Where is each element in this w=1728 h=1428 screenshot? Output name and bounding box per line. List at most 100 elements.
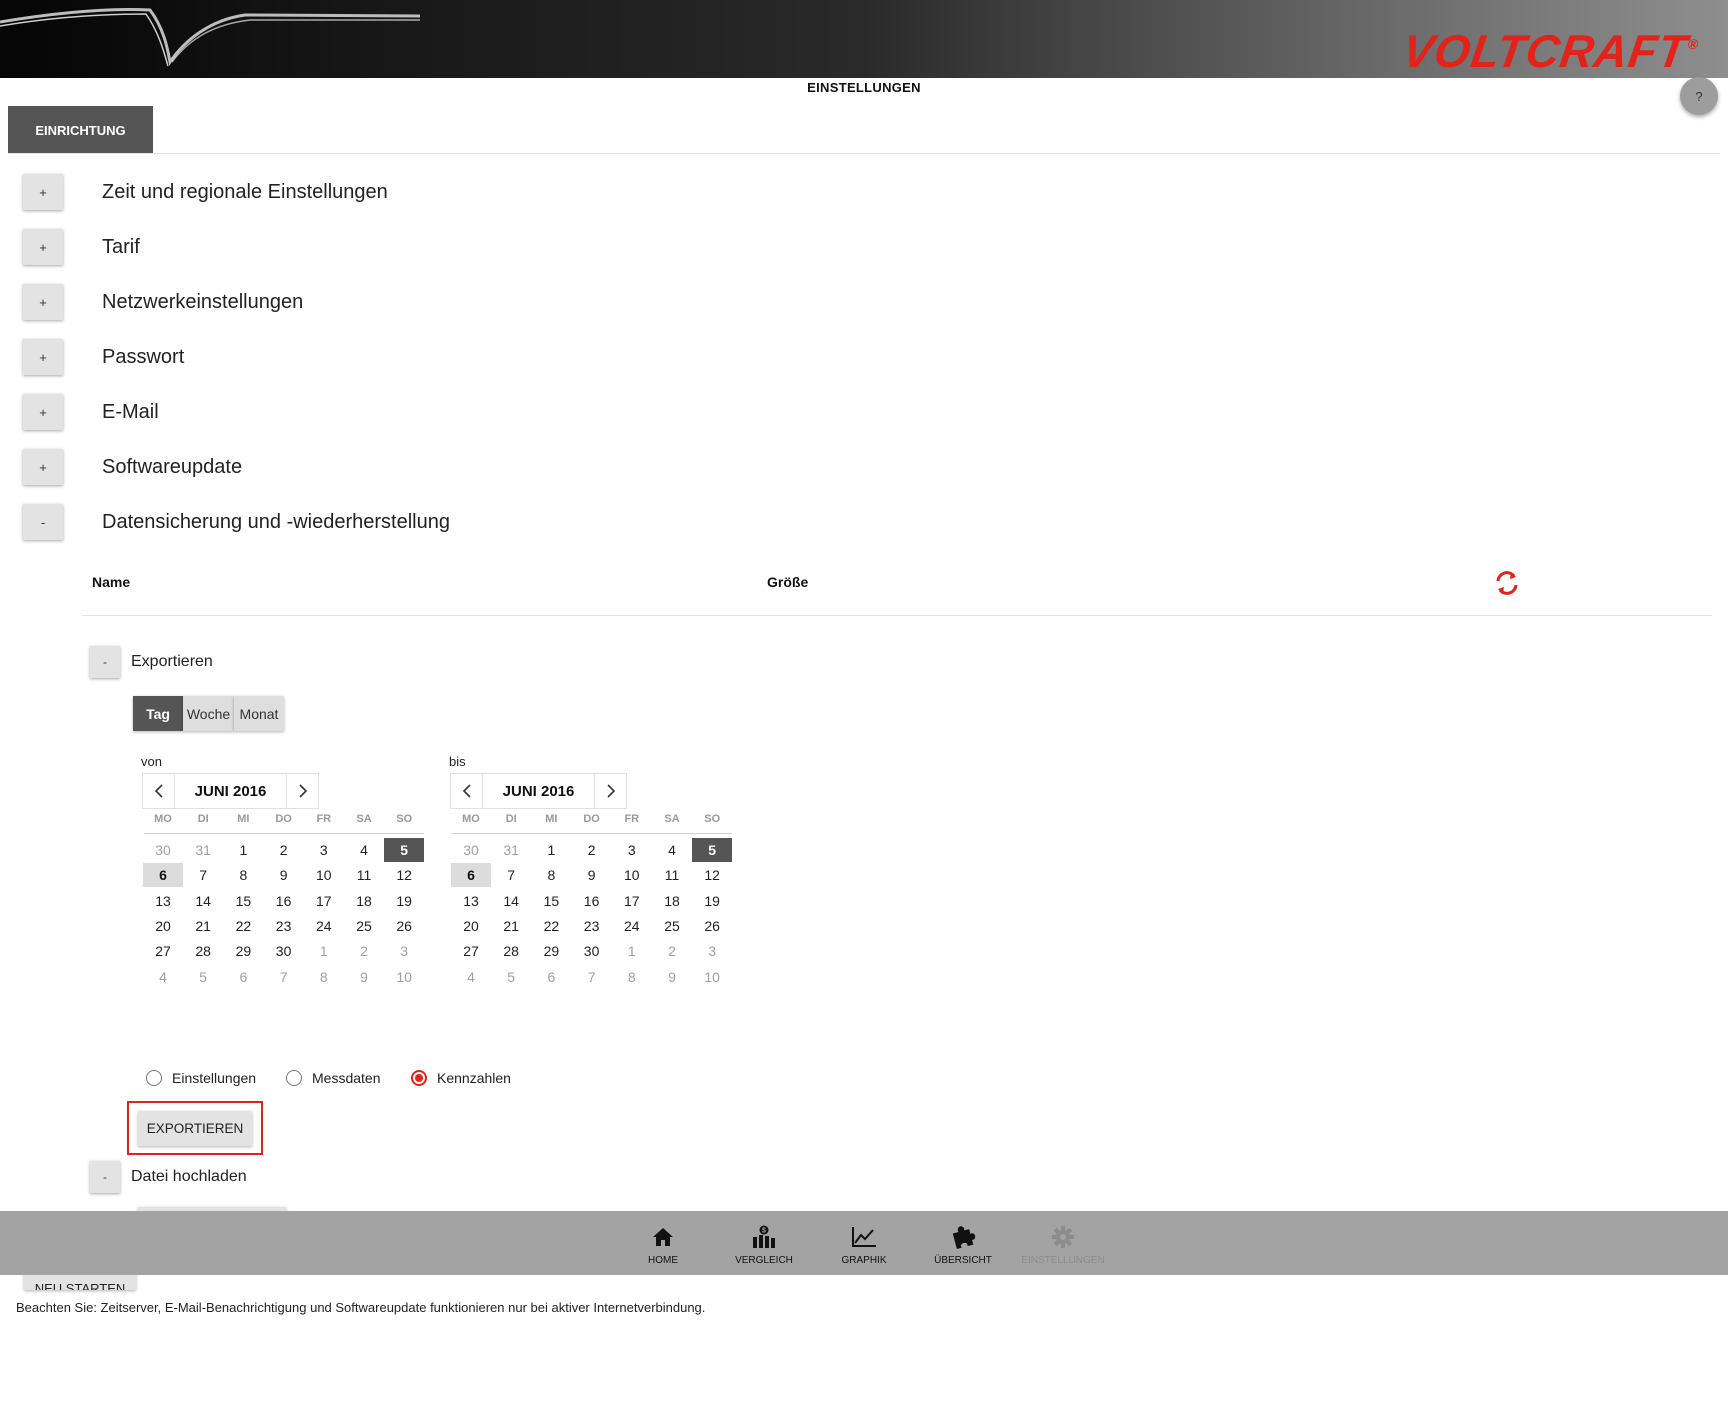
section-title[interactable]: Passwort bbox=[102, 346, 184, 369]
refresh-icon[interactable] bbox=[1493, 569, 1521, 597]
calendar-day[interactable]: 14 bbox=[183, 889, 223, 913]
section-title[interactable]: Softwareupdate bbox=[102, 456, 242, 479]
nav-graphik[interactable]: GRAPHIK bbox=[819, 1211, 909, 1275]
expand-button[interactable]: + bbox=[23, 394, 63, 430]
calendar-day[interactable]: 11 bbox=[652, 863, 692, 887]
calendar-day[interactable]: 24 bbox=[304, 914, 344, 938]
calendar-day[interactable]: 3 bbox=[692, 939, 732, 963]
radio-circle-selected[interactable] bbox=[411, 1070, 427, 1086]
calendar-day[interactable]: 22 bbox=[223, 914, 263, 938]
calendar-day[interactable]: 22 bbox=[531, 914, 571, 938]
radio-circle[interactable] bbox=[146, 1070, 162, 1086]
calendar-day[interactable]: 1 bbox=[612, 939, 652, 963]
calendar-day[interactable]: 10 bbox=[612, 863, 652, 887]
calendar-day[interactable]: 9 bbox=[344, 965, 384, 989]
column-header-name[interactable]: Name bbox=[92, 574, 130, 590]
calendar-day[interactable]: 23 bbox=[264, 914, 304, 938]
calendar-day[interactable]: 19 bbox=[384, 889, 424, 913]
calendar-day[interactable]: 20 bbox=[451, 914, 491, 938]
calendar-day[interactable]: 30 bbox=[572, 939, 612, 963]
expand-button[interactable]: + bbox=[23, 229, 63, 265]
collapse-button[interactable]: - bbox=[90, 1161, 120, 1193]
calendar-day[interactable]: 14 bbox=[491, 889, 531, 913]
calendar-day[interactable]: 17 bbox=[304, 889, 344, 913]
calendar-day[interactable]: 8 bbox=[304, 965, 344, 989]
calendar-day[interactable]: 3 bbox=[304, 838, 344, 862]
calendar-day[interactable]: 12 bbox=[384, 863, 424, 887]
calendar-day[interactable]: 30 bbox=[451, 838, 491, 862]
calendar-day[interactable]: 17 bbox=[612, 889, 652, 913]
calendar-day[interactable]: 25 bbox=[652, 914, 692, 938]
calendar-day[interactable]: 30 bbox=[143, 838, 183, 862]
section-title[interactable]: Tarif bbox=[102, 236, 140, 259]
calendar-day[interactable]: 8 bbox=[612, 965, 652, 989]
section-title[interactable]: Netzwerkeinstellungen bbox=[102, 291, 303, 314]
calendar-day[interactable]: 29 bbox=[223, 939, 263, 963]
calendar-day[interactable]: 23 bbox=[572, 914, 612, 938]
calendar-day[interactable]: 20 bbox=[143, 914, 183, 938]
next-month-button[interactable] bbox=[594, 774, 626, 808]
calendar-day[interactable]: 26 bbox=[692, 914, 732, 938]
calendar-day[interactable]: 28 bbox=[183, 939, 223, 963]
tab-einrichtung[interactable]: EINRICHTUNG bbox=[8, 106, 153, 154]
calendar-day[interactable]: 16 bbox=[264, 889, 304, 913]
calendar-day[interactable]: 6 bbox=[223, 965, 263, 989]
calendar-day[interactable]: 1 bbox=[304, 939, 344, 963]
calendar-day[interactable]: 2 bbox=[264, 838, 304, 862]
radio-einstellungen[interactable]: Einstellungen bbox=[146, 1070, 256, 1086]
calendar-day[interactable]: 8 bbox=[531, 863, 571, 887]
column-header-size[interactable]: Größe bbox=[767, 574, 808, 590]
calendar-day[interactable]: 1 bbox=[531, 838, 571, 862]
calendar-day[interactable]: 11 bbox=[344, 863, 384, 887]
help-button[interactable]: ? bbox=[1680, 77, 1718, 115]
calendar-day[interactable]: 29 bbox=[531, 939, 571, 963]
calendar-day[interactable]: 16 bbox=[572, 889, 612, 913]
calendar-day[interactable]: 7 bbox=[572, 965, 612, 989]
prev-month-button[interactable] bbox=[143, 774, 175, 808]
nav-uebersicht[interactable]: ÜBERSICHT bbox=[918, 1211, 1008, 1275]
calendar-day[interactable]: 7 bbox=[183, 863, 223, 887]
calendar-day[interactable]: 5 bbox=[384, 838, 425, 862]
calendar-day[interactable]: 10 bbox=[692, 965, 732, 989]
calendar-day[interactable]: 5 bbox=[692, 838, 733, 862]
radio-messdaten[interactable]: Messdaten bbox=[286, 1070, 380, 1086]
calendar-day[interactable]: 6 bbox=[531, 965, 571, 989]
calendar-day[interactable]: 5 bbox=[491, 965, 531, 989]
calendar-day[interactable]: 1 bbox=[223, 838, 263, 862]
calendar-month[interactable]: JUNI 2016 bbox=[483, 774, 594, 808]
radio-circle[interactable] bbox=[286, 1070, 302, 1086]
calendar-day[interactable]: 8 bbox=[223, 863, 263, 887]
period-day-button[interactable]: Tag bbox=[133, 696, 183, 731]
nav-vergleich[interactable]: $ VERGLEICH bbox=[719, 1211, 809, 1275]
calendar-day[interactable]: 27 bbox=[143, 939, 183, 963]
calendar-day[interactable]: 4 bbox=[344, 838, 384, 862]
collapse-button[interactable]: - bbox=[23, 504, 63, 540]
calendar-day[interactable]: 18 bbox=[344, 889, 384, 913]
calendar-day[interactable]: 12 bbox=[692, 863, 732, 887]
calendar-day[interactable]: 25 bbox=[344, 914, 384, 938]
expand-button[interactable]: + bbox=[23, 449, 63, 485]
calendar-day[interactable]: 7 bbox=[264, 965, 304, 989]
calendar-day[interactable]: 3 bbox=[612, 838, 652, 862]
expand-button[interactable]: + bbox=[23, 339, 63, 375]
calendar-day[interactable]: 5 bbox=[183, 965, 223, 989]
calendar-day[interactable]: 10 bbox=[304, 863, 344, 887]
calendar-day[interactable]: 2 bbox=[572, 838, 612, 862]
calendar-day[interactable]: 15 bbox=[223, 889, 263, 913]
calendar-day[interactable]: 2 bbox=[652, 939, 692, 963]
export-title[interactable]: Exportieren bbox=[131, 653, 213, 671]
calendar-day[interactable]: 31 bbox=[183, 838, 223, 862]
calendar-day[interactable]: 9 bbox=[264, 863, 304, 887]
calendar-day[interactable]: 27 bbox=[451, 939, 491, 963]
period-month-button[interactable]: Monat bbox=[234, 696, 284, 731]
calendar-day[interactable]: 10 bbox=[384, 965, 424, 989]
calendar-day[interactable]: 26 bbox=[384, 914, 424, 938]
expand-button[interactable]: + bbox=[23, 284, 63, 320]
collapse-button[interactable]: - bbox=[90, 646, 120, 678]
calendar-day[interactable]: 13 bbox=[143, 889, 183, 913]
calendar-day[interactable]: 15 bbox=[531, 889, 571, 913]
calendar-day[interactable]: 4 bbox=[143, 965, 183, 989]
calendar-day[interactable]: 3 bbox=[384, 939, 424, 963]
upload-title[interactable]: Datei hochladen bbox=[131, 1168, 247, 1186]
calendar-day[interactable]: 4 bbox=[652, 838, 692, 862]
